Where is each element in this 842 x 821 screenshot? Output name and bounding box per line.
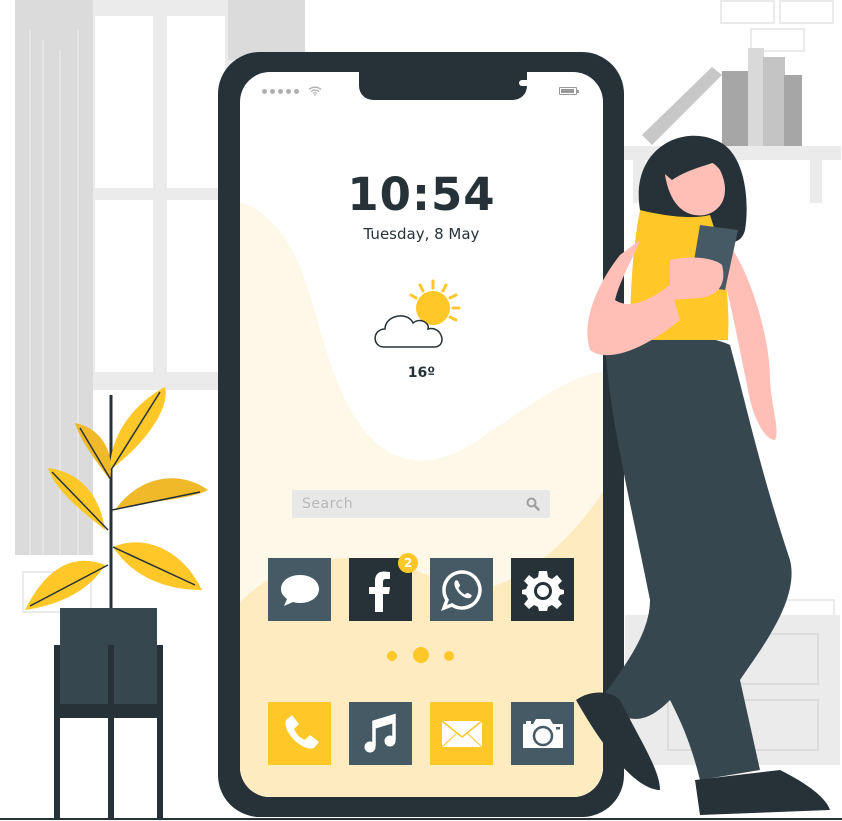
woman-illustration: [576, 135, 830, 815]
